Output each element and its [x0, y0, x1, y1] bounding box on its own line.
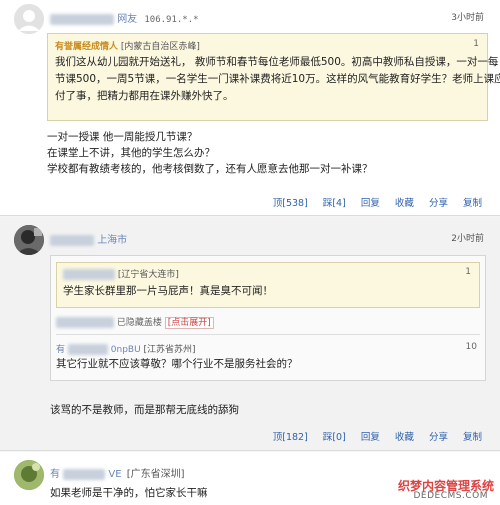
comment-text: 一对一授课 他一周能授几节课？ 在课堂上不讲，其他的学生怎么办？ 学校都有教绩考…	[47, 131, 373, 175]
quote-box: 有誉属经成情人 [内蒙古自治区赤峰] 1 我们这从幼儿园就开始送礼， 教师节和春…	[47, 33, 500, 121]
expand-button[interactable]: [点击展开]	[164, 317, 214, 329]
downvote-button[interactable]: 踩[4]	[323, 198, 346, 209]
quote-box: [辽宁省大连市] 1 学生家长群里那一片马屁声！真是臭不可闻！	[56, 262, 480, 308]
ip-address: 106.91.*.*	[144, 15, 199, 25]
comment-time: 2小时前	[451, 234, 484, 244]
avatar[interactable]	[14, 4, 44, 34]
quote-location: [内蒙古自治区赤峰]	[120, 42, 200, 52]
share-button[interactable]: 分享	[429, 432, 448, 443]
watermark-url: DEDECMS.COM	[413, 491, 488, 501]
blurred-username	[67, 344, 108, 355]
share-button[interactable]: 分享	[429, 198, 448, 209]
favorite-button[interactable]: 收藏	[395, 198, 414, 209]
avatar[interactable]	[14, 460, 44, 490]
default-avatar-icon	[14, 4, 44, 34]
floor-number: 1	[473, 39, 479, 49]
quote-user[interactable]: 有誉属经成情人	[55, 42, 118, 52]
hidden-floors: 已隐藏盖楼 [点击展开]	[56, 315, 214, 329]
copy-button[interactable]: 复制	[463, 198, 482, 209]
quote-body: 我们这从幼儿园就开始送礼， 教师节和春节每位老师最低500。初高中教师私自授课，…	[55, 56, 500, 102]
reply-button[interactable]: 回复	[361, 432, 380, 443]
blurred-username	[56, 317, 114, 328]
comment-text: 该骂的不是教师，而是那帮无底线的舔狗	[50, 404, 239, 416]
comment-actions: 顶[182] 踩[0] 回复 收藏 分享 复制	[273, 429, 482, 443]
quote-location: [辽宁省大连市]	[117, 270, 179, 280]
blurred-username	[63, 269, 115, 280]
copy-button[interactable]: 复制	[463, 432, 482, 443]
comment-text: 如果老师是干净的，怕它家长干嘛	[50, 487, 208, 499]
reply-location: [江苏省苏州]	[143, 345, 196, 355]
comment-2: 上海市 2小时前 [辽宁省大连市] 1 学生家长群里那一片马屁声！真是臭不可闻！…	[0, 217, 500, 451]
blurred-username	[50, 13, 114, 25]
reply-header: 有 0npBU [江苏省苏州]	[56, 344, 196, 355]
user-photo-icon	[14, 225, 44, 255]
reply-button[interactable]: 回复	[361, 198, 380, 209]
quote-header: [辽宁省大连市]	[63, 267, 179, 280]
blurred-username	[50, 234, 94, 246]
avatar[interactable]	[14, 225, 44, 255]
comment-time: 3小时前	[451, 13, 484, 23]
quote-header: 有誉属经成情人 [内蒙古自治区赤峰]	[55, 39, 200, 52]
downvote-button[interactable]: 踩[0]	[323, 432, 346, 443]
floor-number: 1	[465, 267, 471, 277]
comment-user[interactable]: 网友 106.91.*.*	[50, 10, 199, 25]
upvote-button[interactable]: 顶[182]	[273, 432, 308, 443]
reply-body: 其它行业就不应该尊敬？哪个行业不是服务社会的？	[56, 358, 298, 370]
nested-quote: [辽宁省大连市] 1 学生家长群里那一片马屁声！真是臭不可闻！ 已隐藏盖楼 [点…	[50, 255, 486, 381]
comment-user[interactable]: 有 VE [广东省深圳]	[50, 465, 185, 480]
quote-body: 学生家长群里那一片马屁声！真是臭不可闻！	[63, 285, 273, 297]
comment-user[interactable]: 上海市	[50, 231, 127, 246]
divider	[56, 334, 480, 335]
favorite-button[interactable]: 收藏	[395, 432, 414, 443]
floor-number: 10	[465, 342, 477, 352]
comment-actions: 顶[538] 踩[4] 回复 收藏 分享 复制	[273, 195, 482, 209]
blurred-username	[63, 468, 106, 480]
upvote-button[interactable]: 顶[538]	[273, 198, 308, 209]
user-photo-icon	[14, 460, 44, 490]
comment-1: 网友 106.91.*.* 3小时前 有誉属经成情人 [内蒙古自治区赤峰] 1 …	[0, 0, 500, 216]
